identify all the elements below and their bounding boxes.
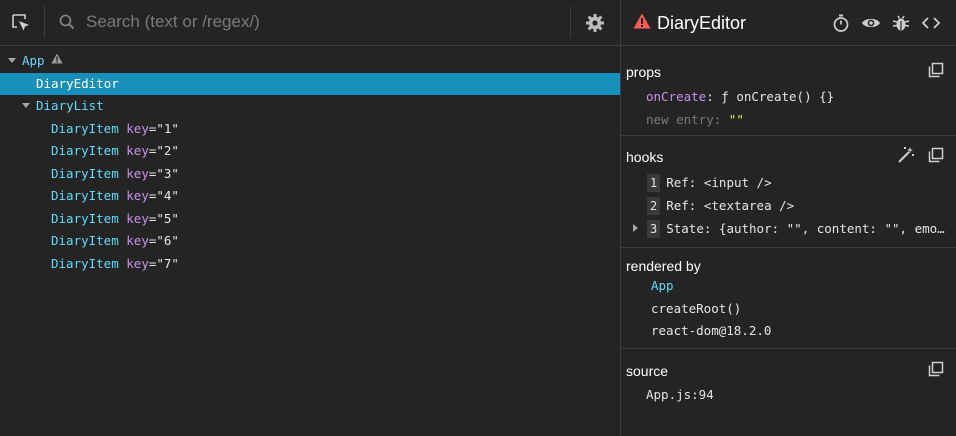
hook-index: 3 <box>647 220 661 238</box>
bug-icon[interactable] <box>891 13 911 33</box>
key-value: "2" <box>156 143 179 158</box>
tree-node-label: DiaryItem <box>51 120 119 136</box>
gear-icon[interactable] <box>584 12 606 34</box>
tree-node-label: DiaryEditor <box>36 75 119 91</box>
tree-node-diaryitem[interactable]: DiaryItem key="6" <box>0 230 620 253</box>
prop-value: ƒ onCreate() {} <box>721 89 835 104</box>
source-location[interactable]: App.js:94 <box>646 387 714 402</box>
expand-arrow-icon[interactable] <box>8 58 16 63</box>
toolbar-divider <box>570 6 571 38</box>
key-value: "4" <box>156 188 179 203</box>
key-attr: key <box>126 120 149 136</box>
hook-row[interactable]: 3 State: {author: "", content: "", emo… <box>647 220 945 238</box>
tree-node-diaryitem[interactable]: DiaryItem key="5" <box>0 208 620 231</box>
tree-node-label: DiaryItem <box>51 210 119 226</box>
tree-node-diaryitem[interactable]: DiaryItem key="4" <box>0 185 620 208</box>
tree-node-app[interactable]: App <box>0 50 620 73</box>
inspector-panel: DiaryEditor props onCreate: ƒ onCreate()… <box>621 0 956 436</box>
section-title: props <box>626 64 662 80</box>
key-attr: key <box>126 188 149 203</box>
hook-text: State: {author: "", content: "", emo… <box>666 221 945 236</box>
search-input[interactable] <box>86 8 556 36</box>
select-element-icon[interactable] <box>10 12 32 34</box>
section-title: rendered by <box>626 258 701 274</box>
props-section: props onCreate: ƒ onCreate() {} new entr… <box>621 48 956 136</box>
prop-colon: : <box>706 89 714 104</box>
hook-row[interactable]: 2 Ref: <textarea /> <box>647 197 794 215</box>
expand-arrow-icon[interactable] <box>633 224 638 232</box>
expand-arrow-icon[interactable] <box>22 103 30 108</box>
component-title: DiaryEditor <box>657 13 747 33</box>
tree-node-label: DiaryItem <box>51 233 119 248</box>
key-value: "1" <box>156 120 179 136</box>
copy-icon[interactable] <box>927 61 945 79</box>
tree-node-label: DiaryList <box>36 98 104 113</box>
tree-node-label: DiaryItem <box>51 255 119 271</box>
tree-node-diaryitem[interactable]: DiaryItem key="7" <box>0 253 620 276</box>
tree-node-label: DiaryItem <box>51 143 119 158</box>
hooks-section: hooks 1 Ref: <input /> 2 Ref: <textarea />… <box>621 136 956 248</box>
toolbar-divider <box>44 6 45 38</box>
error-triangle-icon[interactable] <box>633 13 651 33</box>
key-value: "7" <box>156 255 179 271</box>
prop-colon: : <box>713 112 722 127</box>
hook-text: Ref: <textarea /> <box>666 198 795 213</box>
section-title: hooks <box>626 149 664 165</box>
hook-text: Ref: <input /> <box>666 175 772 190</box>
component-tree: App DiaryEditor DiaryList DiaryItem key=… <box>0 50 620 275</box>
inspector-header: DiaryEditor <box>621 0 956 46</box>
magic-wand-icon[interactable] <box>897 146 915 164</box>
hook-index: 1 <box>647 174 661 192</box>
eye-icon[interactable] <box>861 13 881 33</box>
source-section: source App.js:94 <box>621 349 956 436</box>
key-attr: key <box>126 210 149 226</box>
tree-toolbar <box>0 0 620 46</box>
stopwatch-icon[interactable] <box>831 13 851 33</box>
tree-node-label: App <box>22 53 45 68</box>
code-brackets-icon[interactable] <box>921 13 941 33</box>
tree-node-label: DiaryItem <box>51 188 119 203</box>
tree-node-label: DiaryItem <box>51 165 119 181</box>
components-panel: App DiaryEditor DiaryList DiaryItem key=… <box>0 0 620 436</box>
owner-root: createRoot() <box>651 301 742 316</box>
warning-triangle-icon <box>50 49 63 72</box>
owner-app-link[interactable]: App <box>651 278 674 293</box>
tree-node-diaryitem[interactable]: DiaryItem key="2" <box>0 140 620 163</box>
new-prop-value[interactable]: "" <box>729 112 744 127</box>
search-icon <box>58 13 76 31</box>
key-attr: key <box>126 255 149 271</box>
key-attr: key <box>126 143 149 158</box>
new-prop-row[interactable]: new entry: "" <box>646 112 744 127</box>
tree-node-diaryitem[interactable]: DiaryItem key="3" <box>0 163 620 186</box>
section-title: source <box>626 363 669 379</box>
tree-node-diarylist[interactable]: DiaryList <box>0 95 620 118</box>
tree-node-diaryeditor[interactable]: DiaryEditor <box>0 72 620 95</box>
prop-row[interactable]: onCreate: ƒ onCreate() {} <box>646 89 834 104</box>
copy-icon[interactable] <box>927 146 945 164</box>
owner-version: react-dom@18.2.0 <box>651 323 772 338</box>
key-attr: key <box>126 233 149 248</box>
prop-name: onCreate <box>646 89 707 104</box>
key-attr: key <box>126 165 149 181</box>
hook-row[interactable]: 1 Ref: <input /> <box>647 174 772 192</box>
new-prop-name[interactable]: new entry <box>646 112 714 127</box>
key-value: "5" <box>156 210 179 226</box>
hook-index: 2 <box>647 197 661 215</box>
key-value: "6" <box>156 233 179 248</box>
rendered-by-section: rendered by App createRoot() react-dom@1… <box>621 248 956 349</box>
copy-icon[interactable] <box>927 360 945 378</box>
tree-node-diaryitem[interactable]: DiaryItem key="1" <box>0 118 620 141</box>
key-value: "3" <box>156 165 179 181</box>
